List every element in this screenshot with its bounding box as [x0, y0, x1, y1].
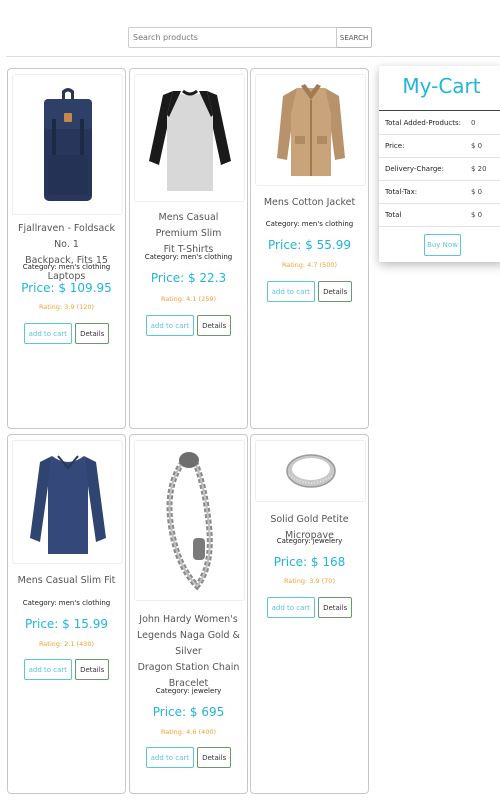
product-rating: Rating: 4.1 (259) — [160, 295, 217, 303]
product-title-line: Mens Cotton Jacket — [263, 197, 356, 208]
product-card: Fjallraven - Foldsack No. 1 Backpack, Fi… — [7, 68, 126, 429]
raglan-shirt-icon — [148, 89, 231, 191]
product-actions: add to cart Details — [251, 597, 368, 618]
details-button[interactable]: Details — [318, 597, 353, 618]
product-price: Price: $ 695 — [152, 705, 225, 719]
product-actions: add to cart Details — [130, 315, 247, 336]
product-title-line: John Hardy Women's — [139, 614, 238, 625]
product-title: Mens Casual Premium Slim Fit T-Shirts — [136, 210, 241, 258]
product-card: Mens Casual Premium Slim Fit T-Shirts Ca… — [129, 68, 248, 429]
backpack-icon — [43, 87, 92, 201]
product-category: Category: jewelery — [155, 687, 222, 695]
product-rating: Rating: 4.7 (500) — [281, 261, 338, 269]
product-category: Category: men's clothing — [22, 263, 111, 271]
product-category: Category: men's clothing — [265, 220, 354, 228]
add-to-cart-button[interactable]: add to cart — [145, 315, 195, 336]
header-divider — [6, 56, 500, 57]
product-title-line: Mens Casual Slim Fit — [17, 575, 116, 586]
product-card: Mens Casual Slim Fit Category: men's clo… — [7, 434, 126, 794]
product-price: Price: $ 15.99 — [25, 617, 108, 631]
details-button[interactable]: Details — [197, 747, 232, 768]
jacket-icon — [276, 84, 345, 176]
product-image — [255, 74, 366, 186]
cart-row-tax: Total-Tax: $ 0 — [379, 180, 500, 204]
cart-row-value: $ 20 — [471, 165, 487, 173]
cart-title: My-Cart — [402, 74, 481, 98]
product-title-line: Dragon Station Chain — [137, 662, 240, 673]
cart-row-value: $ 0 — [471, 142, 483, 150]
product-category: Category: men's clothing — [144, 253, 233, 261]
cart-row-value: 0 — [471, 119, 476, 127]
details-button[interactable]: Details — [197, 315, 232, 336]
product-actions: add to cart Details — [8, 323, 125, 344]
search-button[interactable]: SEARCH — [337, 27, 372, 48]
product-price: Price: $ 22.3 — [150, 271, 227, 285]
product-card: Solid Gold Petite Micropave Category: je… — [250, 434, 369, 794]
add-to-cart-button[interactable]: add to cart — [23, 659, 73, 680]
product-price: Price: $ 168 — [273, 555, 346, 569]
product-price: Price: $ 109.95 — [21, 281, 112, 295]
product-card: Mens Cotton Jacket Category: men's cloth… — [250, 68, 369, 429]
cart-row-delivery: Delivery-Charge: $ 20 — [379, 157, 500, 181]
product-image — [134, 440, 245, 601]
product-category: Category: men's clothing — [22, 599, 111, 607]
add-to-cart-button[interactable]: add to cart — [145, 747, 195, 768]
cart-row-label: Total-Tax: — [385, 188, 418, 196]
long-sleeve-shirt-icon — [29, 455, 106, 554]
add-to-cart-button[interactable]: add to cart — [266, 597, 316, 618]
details-button[interactable]: Details — [318, 281, 353, 302]
product-image — [134, 74, 245, 202]
cart-row-price: Price: $ 0 — [379, 134, 500, 158]
product-actions: add to cart Details — [251, 281, 368, 302]
search-bar: SEARCH — [128, 27, 372, 48]
product-rating: Rating: 3.9 (120) — [38, 303, 95, 311]
details-button[interactable]: Details — [75, 323, 110, 344]
search-input[interactable] — [128, 27, 338, 48]
product-title-line: Mens Casual Premium Slim — [155, 212, 222, 239]
product-price: Price: $ 55.99 — [268, 238, 351, 252]
product-category: Category: jewelery — [276, 537, 343, 545]
product-image — [12, 440, 123, 564]
product-actions: add to cart Details — [8, 659, 125, 680]
product-rating: Rating: 3.9 (70) — [284, 577, 335, 585]
cart-row-total-products: Total Added-Products: 0 — [379, 111, 500, 135]
buy-now-button[interactable]: Buy Now — [424, 234, 461, 256]
product-image — [12, 74, 123, 215]
chain-bracelet-icon — [166, 451, 213, 590]
product-actions: add to cart Details — [130, 747, 247, 768]
add-to-cart-button[interactable]: add to cart — [23, 323, 73, 344]
cart-row-total: Total $ 0 — [379, 203, 500, 227]
product-title-line: Fjallraven - Foldsack No. 1 — [18, 223, 115, 250]
product-title: Mens Casual Slim Fit — [14, 573, 119, 589]
product-image — [255, 440, 366, 502]
product-rating: Rating: 4.6 (400) — [160, 728, 217, 736]
product-card: John Hardy Women's Legends Naga Gold & S… — [129, 434, 248, 794]
cart-row-value: $ 0 — [471, 211, 483, 219]
product-title-line: Legends Naga Gold & Silver — [137, 630, 240, 657]
cart-panel: My-Cart Total Added-Products: 0 Price: $… — [379, 66, 500, 262]
cart-row-value: $ 0 — [471, 188, 483, 196]
cart-row-label: Total — [385, 211, 402, 219]
product-title: Fjallraven - Foldsack No. 1 Backpack, Fi… — [14, 221, 119, 285]
add-to-cart-button[interactable]: add to cart — [266, 281, 316, 302]
product-title: John Hardy Women's Legends Naga Gold & S… — [136, 612, 241, 692]
cart-row-label: Price: — [385, 142, 405, 150]
cart-row-label: Delivery-Charge: — [385, 165, 444, 173]
cart-row-label: Total Added-Products: — [385, 119, 461, 127]
details-button[interactable]: Details — [75, 659, 110, 680]
ring-icon — [285, 454, 336, 488]
product-rating: Rating: 2.1 (430) — [38, 640, 95, 648]
product-title: Mens Cotton Jacket — [257, 195, 362, 211]
